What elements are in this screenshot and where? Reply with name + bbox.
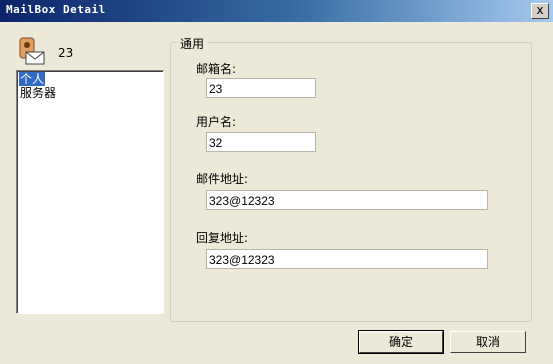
email-address-input[interactable]: 323@12323 (206, 190, 488, 210)
ok-button[interactable]: 确定 (358, 330, 444, 354)
account-name: 23 (58, 46, 74, 60)
email-address-label: 邮件地址: (196, 172, 249, 186)
mailbox-name-input[interactable]: 23 (206, 78, 316, 98)
reply-address-label: 回复地址: (196, 231, 249, 245)
group-title: 通用 (177, 35, 208, 52)
mailbox-name-label: 邮箱名: (196, 62, 237, 76)
cancel-button[interactable]: 取消 (450, 331, 526, 353)
title-bar: MailBox Detail x (0, 0, 553, 22)
list-item-personal[interactable]: 个人 (19, 72, 46, 86)
reply-address-input[interactable]: 323@12323 (206, 249, 488, 269)
category-list[interactable]: 个人 服务器 (16, 70, 164, 314)
username-label: 用户名: (196, 115, 237, 129)
close-button[interactable]: x (531, 3, 549, 19)
user-mail-icon (19, 37, 45, 65)
window-title: MailBox Detail (6, 3, 106, 16)
list-item-server[interactable]: 服务器 (19, 86, 57, 100)
username-input[interactable]: 32 (206, 132, 316, 152)
